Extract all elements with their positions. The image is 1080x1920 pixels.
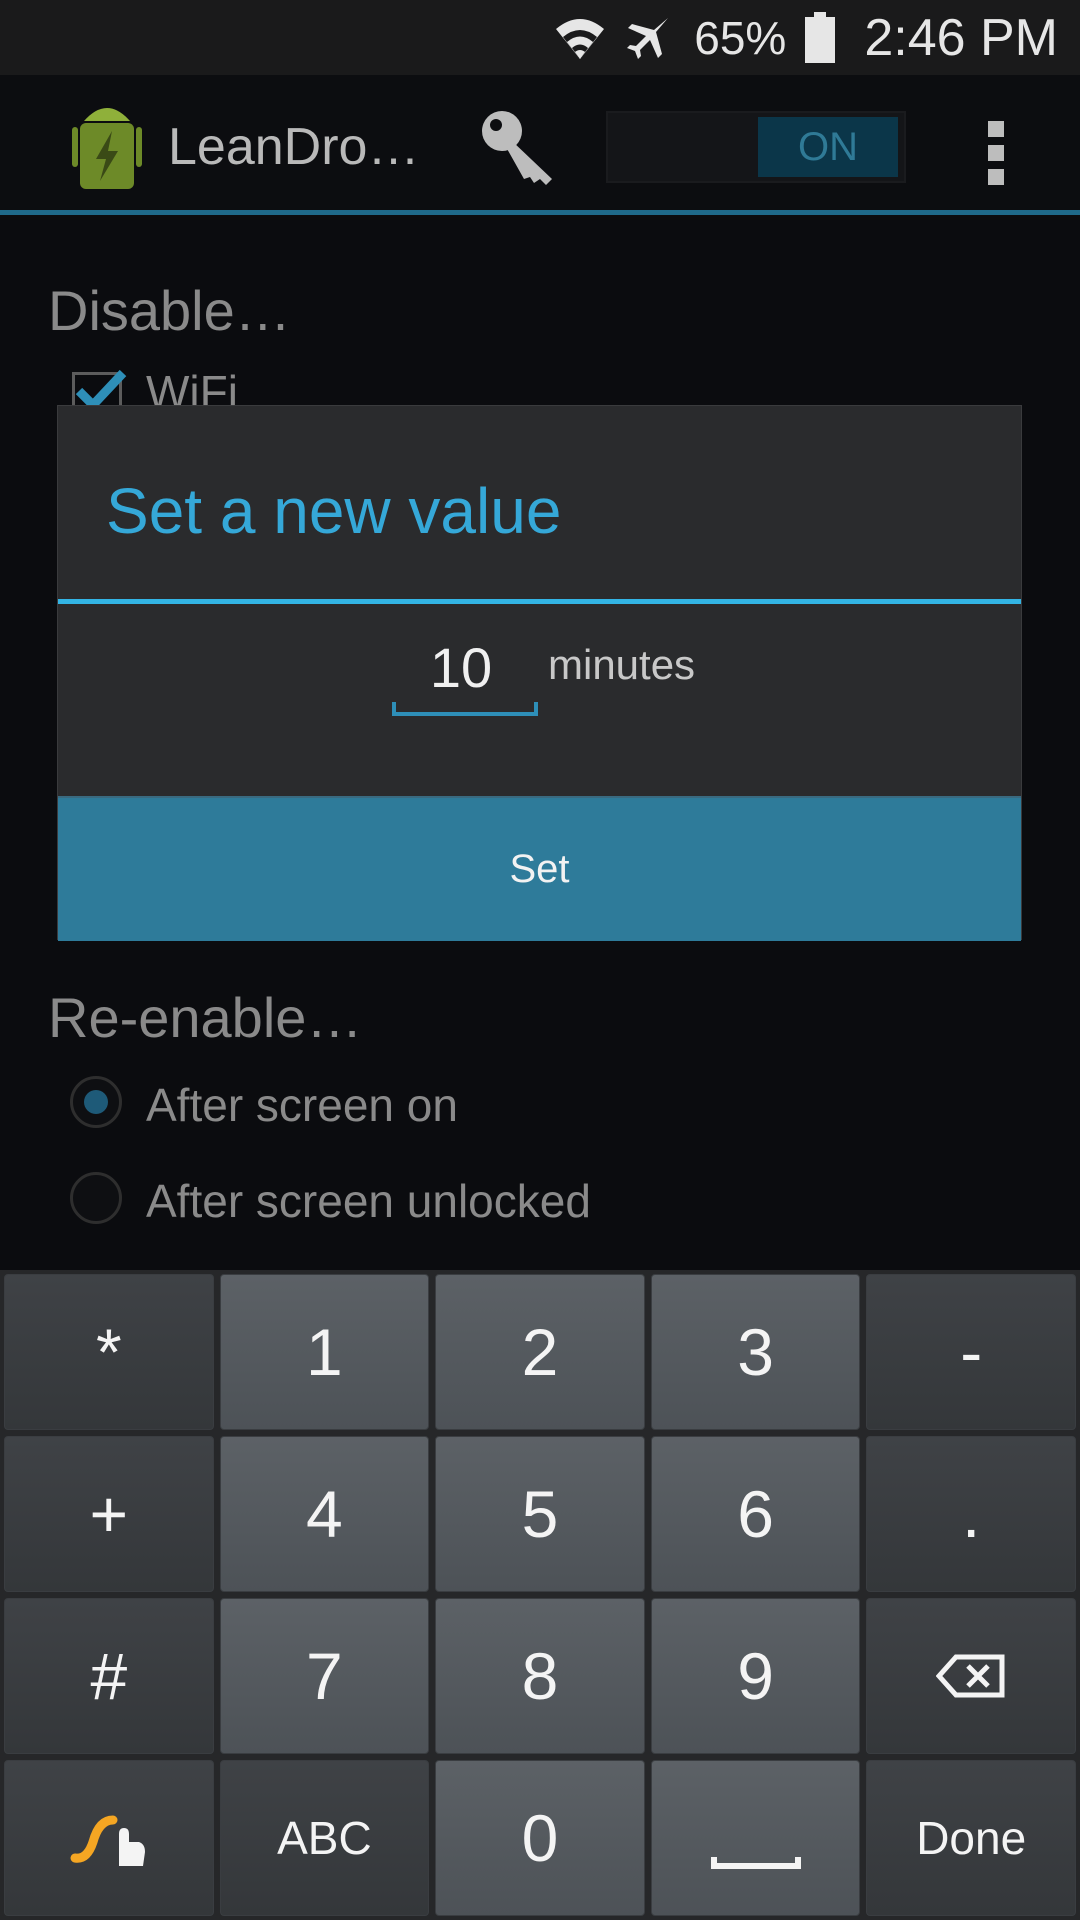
battery-percent: 65%: [694, 11, 787, 64]
set-value-dialog: Set a new value minutes Set: [57, 405, 1022, 941]
action-bar-divider: [0, 210, 1080, 215]
key-1[interactable]: 1: [219, 1274, 430, 1430]
key-7[interactable]: 7: [219, 1598, 430, 1754]
screen: 65% 2:46 PM LeanDro… ON Disable… WiFi Re…: [0, 0, 1080, 1920]
key-0[interactable]: 0: [435, 1760, 645, 1916]
radio-label-after-screen-on: After screen on: [146, 1079, 458, 1131]
unit-label: minutes: [548, 641, 696, 688]
key-period[interactable]: .: [866, 1436, 1076, 1592]
key-8[interactable]: 8: [435, 1598, 645, 1754]
status-bar: 65% 2:46 PM: [0, 0, 1080, 75]
key-6[interactable]: 6: [650, 1436, 861, 1592]
airplane-icon: [624, 14, 672, 62]
value-input[interactable]: [388, 624, 534, 710]
key-5[interactable]: 5: [435, 1436, 645, 1592]
radio-after-screen-on[interactable]: [70, 1076, 122, 1128]
app-icon[interactable]: [72, 97, 142, 195]
key-4[interactable]: 4: [219, 1436, 430, 1592]
value-input-underline: [392, 702, 538, 716]
key-hash[interactable]: #: [4, 1598, 214, 1754]
key-swype[interactable]: [4, 1760, 214, 1916]
space-icon: [710, 1857, 801, 1869]
dialog-title: Set a new value: [106, 475, 562, 547]
radio-label-after-screen-unlocked: After screen unlocked: [146, 1175, 591, 1227]
key-abc[interactable]: ABC: [219, 1760, 430, 1916]
app-title: LeanDro…: [168, 118, 420, 176]
swype-icon: [70, 1815, 145, 1866]
key-plus[interactable]: +: [4, 1436, 214, 1592]
key-9[interactable]: 9: [650, 1598, 861, 1754]
overflow-menu-icon[interactable]: [986, 117, 1006, 189]
disable-section-title: Disable…: [48, 279, 291, 342]
key-backspace[interactable]: [866, 1598, 1076, 1754]
key-3[interactable]: 3: [650, 1274, 861, 1430]
radio-after-screen-unlocked[interactable]: [70, 1172, 122, 1224]
key-done[interactable]: Done: [866, 1760, 1076, 1916]
key-2[interactable]: 2: [435, 1274, 645, 1430]
key-icon[interactable]: [478, 107, 558, 187]
wifi-icon: [554, 15, 606, 61]
radio-selected-dot: [84, 1090, 108, 1114]
key-minus[interactable]: -: [866, 1274, 1076, 1430]
battery-icon: [804, 11, 836, 64]
dialog-title-divider: [58, 599, 1021, 604]
backspace-icon: [936, 1654, 1005, 1698]
reenable-section-title: Re-enable…: [48, 986, 363, 1049]
clock: 2:46 PM: [864, 8, 1058, 67]
service-toggle[interactable]: ON: [606, 111, 906, 183]
action-bar: LeanDro… ON: [0, 75, 1080, 215]
key-asterisk[interactable]: *: [4, 1274, 214, 1430]
key-space[interactable]: [650, 1760, 861, 1916]
toggle-on-label: ON: [758, 117, 898, 177]
numeric-keyboard: * 1 2 3 - + 4 5 6 . # 7 8 9 ABC 0 Done: [0, 1270, 1080, 1920]
set-button[interactable]: Set: [58, 796, 1021, 941]
